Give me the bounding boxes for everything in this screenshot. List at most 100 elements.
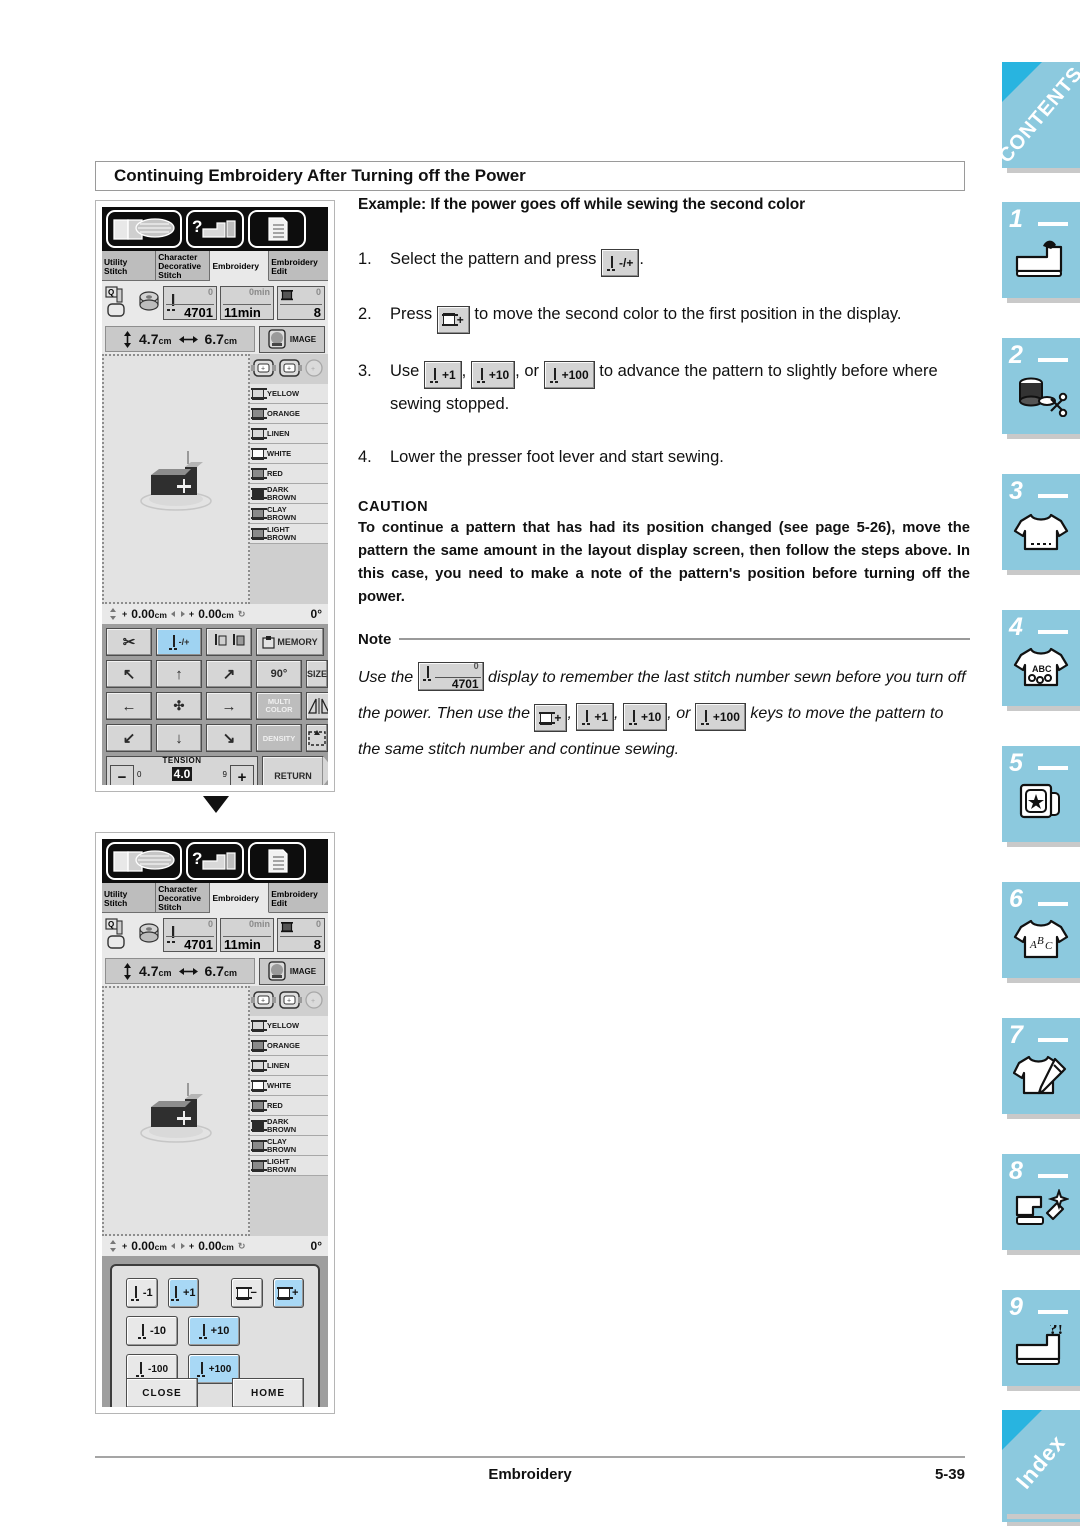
settings-mode-icon[interactable] <box>248 210 306 248</box>
center-key[interactable]: ✣ <box>156 692 202 720</box>
stitch-plus-1-key-chip[interactable]: +1 <box>423 360 462 389</box>
return-key[interactable]: RETURN <box>262 756 328 785</box>
multi-color-key[interactable]: MULTI COLOR <box>256 692 302 720</box>
tab-utility-stitch[interactable]: Utility Stitch <box>102 251 157 281</box>
stitch-plus-10-key-chip[interactable]: +10 <box>622 702 668 731</box>
image-button[interactable]: IMAGE <box>259 957 325 985</box>
stitch-plus-1-key[interactable]: +1 <box>167 1278 199 1308</box>
chapter-tab-6[interactable]: 6 A B C <box>1002 882 1080 978</box>
move-down-right-key[interactable]: ↘ <box>206 724 252 752</box>
close-button[interactable]: CLOSE <box>126 1378 198 1407</box>
mirror-key[interactable] <box>306 692 328 720</box>
chapter-tab-2[interactable]: 2 <box>1002 338 1080 434</box>
thread-color-item[interactable]: RED <box>250 1096 328 1116</box>
contents-tab[interactable]: CONTENTS <box>994 62 1080 168</box>
needle-minus-plus-key-chip[interactable]: -/+ <box>600 249 640 277</box>
hoop-small-icon[interactable]: + <box>303 988 325 1014</box>
image-button[interactable]: IMAGE <box>259 325 325 353</box>
thread-color-list: + + + YELLOW ORANGE LINEN WHITE RED DARK… <box>250 986 328 1236</box>
tab-character-decorative-stitch[interactable]: Character Decorative Stitch <box>156 883 211 913</box>
thread-color-item[interactable]: LINEN <box>250 424 328 444</box>
chapter-tab-5[interactable]: 5 <box>1002 746 1080 842</box>
step-text-a: Select the pattern and press <box>390 250 597 268</box>
settings-mode-icon[interactable] <box>248 842 306 880</box>
needle-icon <box>628 709 639 725</box>
embroidery-canvas[interactable] <box>102 354 250 604</box>
color-count-display: 0 8 <box>277 917 325 952</box>
thread-color-item[interactable]: RED <box>250 464 328 484</box>
tension-plus-button[interactable]: + <box>230 765 254 785</box>
thread-color-item[interactable]: WHITE <box>250 444 328 464</box>
chapter-tab-3[interactable]: 3 <box>1002 474 1080 570</box>
size-key[interactable]: SIZE <box>306 660 328 688</box>
utility-stitch-mode-icon[interactable] <box>106 210 182 248</box>
thread-color-item[interactable]: DARK BROWN <box>250 1116 328 1136</box>
color-plus-key[interactable]: + <box>272 1278 304 1308</box>
thread-color-item[interactable]: YELLOW <box>250 384 328 404</box>
hoop-medium-icon[interactable]: + <box>277 988 302 1014</box>
step-text: Select the pattern and press -/+ . <box>390 244 970 277</box>
home-button[interactable]: HOME <box>232 1378 304 1407</box>
hoop-small-icon[interactable]: + <box>303 356 325 382</box>
stitch-minus-1-key[interactable]: -1 <box>126 1278 158 1308</box>
thread-color-item[interactable]: YELLOW <box>250 1016 328 1036</box>
stitch-plus-1-key-chip[interactable]: +1 <box>576 702 615 731</box>
move-down-left-key[interactable]: ↙ <box>106 724 152 752</box>
thread-color-item[interactable]: CLAY BROWN <box>250 1136 328 1156</box>
chapter-tab-7[interactable]: 7 <box>1002 1018 1080 1114</box>
chapter-tab-1[interactable]: 1 <box>1002 202 1080 298</box>
memory-key[interactable]: MEMORY <box>256 628 324 656</box>
color-minus-key[interactable]: − <box>231 1278 263 1308</box>
needle-minus-plus-key[interactable]: -/+ <box>156 628 202 656</box>
thread-color-item[interactable]: DARK BROWN <box>250 484 328 504</box>
tab-utility-stitch[interactable]: Utility Stitch <box>102 883 157 913</box>
thread-color-item[interactable]: ORANGE <box>250 1036 328 1056</box>
tab-embroidery-edit[interactable]: Embroidery Edit <box>269 251 328 281</box>
stitch-plus-10-key[interactable]: +10 <box>188 1316 240 1346</box>
tab-embroidery[interactable]: Embroidery <box>210 883 270 913</box>
time-top-value: 0min <box>248 918 270 929</box>
trial-key[interactable] <box>306 724 328 752</box>
stitch-plus-100-key-chip[interactable]: +100 <box>543 360 595 389</box>
density-key[interactable]: DENSITY <box>256 724 302 752</box>
index-tab[interactable]: Index <box>1002 1410 1080 1514</box>
move-down-key[interactable]: ↓ <box>156 724 202 752</box>
rotate-key[interactable]: 90° <box>256 660 302 688</box>
help-mode-icon[interactable]: ? <box>186 210 244 248</box>
key-label: +100 <box>208 1363 232 1375</box>
thread-color-item[interactable]: LIGHT BROWN <box>250 524 328 544</box>
chapter-tab-4[interactable]: 4 ABC <box>1002 610 1080 706</box>
move-left-key[interactable]: ← <box>106 692 152 720</box>
thread-color-item[interactable]: CLAY BROWN <box>250 504 328 524</box>
move-up-right-key[interactable]: ↗ <box>206 660 252 688</box>
color-plus-key-chip[interactable]: + <box>534 704 568 732</box>
utility-stitch-mode-icon[interactable] <box>106 842 182 880</box>
thread-color-item[interactable]: WHITE <box>250 1076 328 1096</box>
stitch-plus-100-key-chip[interactable]: +100 <box>694 702 746 731</box>
thread-color-item[interactable]: LINEN <box>250 1056 328 1076</box>
hoop-large-icon[interactable]: + <box>251 356 276 382</box>
tab-character-decorative-stitch[interactable]: Character Decorative Stitch <box>156 251 211 281</box>
thread-trim-pair-key[interactable] <box>206 628 252 656</box>
stitch-plus-10-key-chip[interactable]: +10 <box>470 360 516 389</box>
hoop-medium-icon[interactable]: + <box>277 356 302 382</box>
color-plus-key-chip[interactable]: + <box>436 305 470 334</box>
embroidery-canvas[interactable] <box>102 986 250 1236</box>
tension-control[interactable]: TENSION − 0 4.0 9 + <box>106 756 258 785</box>
chapter-tab-9[interactable]: 9 ?! <box>1002 1290 1080 1386</box>
thread-color-item[interactable]: LIGHT BROWN <box>250 1156 328 1176</box>
help-mode-icon[interactable]: ? <box>186 842 244 880</box>
note-separator: , or <box>667 704 691 722</box>
stitch-minus-10-key[interactable]: -10 <box>126 1316 178 1346</box>
thread-color-item[interactable]: ORANGE <box>250 404 328 424</box>
tab-embroidery-edit[interactable]: Embroidery Edit <box>269 883 328 913</box>
thread-cut-key[interactable]: ✂ <box>106 628 152 656</box>
needle-icon <box>198 1323 209 1339</box>
chapter-tab-8[interactable]: 8 <box>1002 1154 1080 1250</box>
hoop-large-icon[interactable]: + <box>251 988 276 1014</box>
tab-embroidery[interactable]: Embroidery <box>210 251 270 281</box>
move-right-key[interactable]: → <box>206 692 252 720</box>
move-up-left-key[interactable]: ↖ <box>106 660 152 688</box>
move-up-key[interactable]: ↑ <box>156 660 202 688</box>
caution-heading: CAUTION <box>358 498 429 515</box>
